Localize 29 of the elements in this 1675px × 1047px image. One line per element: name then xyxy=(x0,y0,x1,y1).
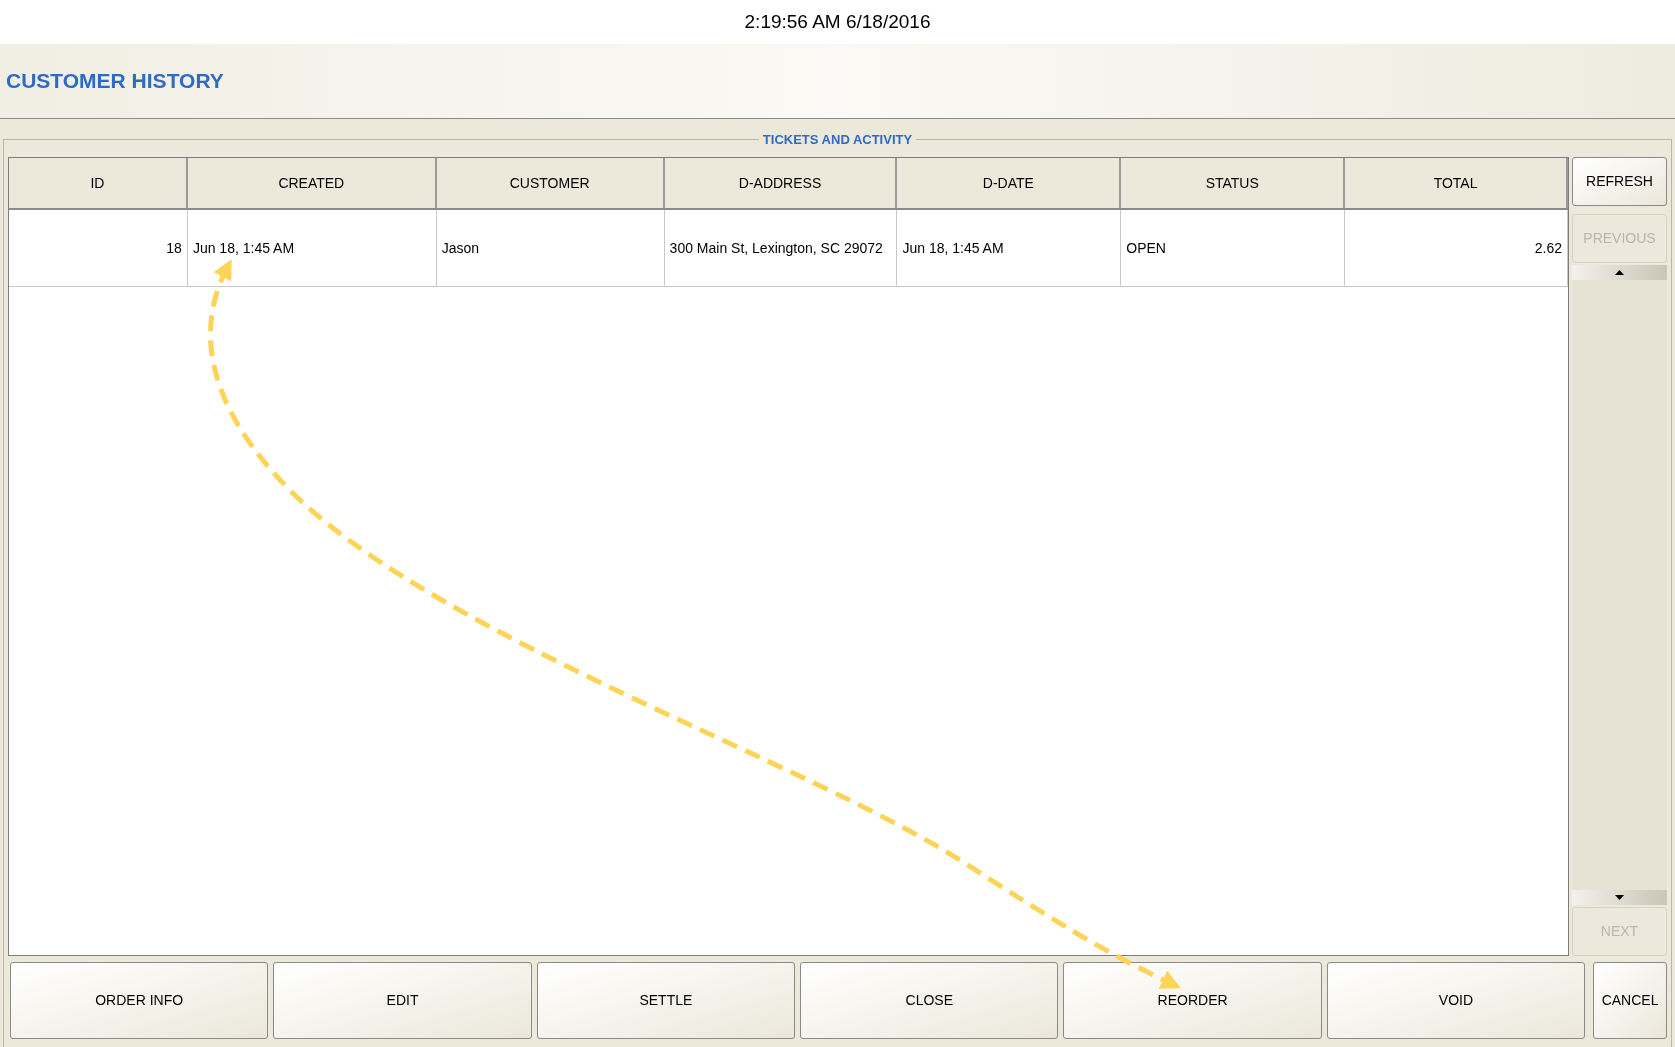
action-button[interactable]: CLOSE xyxy=(800,962,1059,1039)
page-title: CUSTOMER HISTORY xyxy=(6,68,224,95)
table-cell: Jun 18, 1:45 AM xyxy=(897,210,1122,286)
clock-text: 2:19:56 AM 6/18/2016 xyxy=(744,9,931,34)
side-button[interactable]: REFRESH xyxy=(1572,157,1667,206)
action-button[interactable]: ORDER INFO xyxy=(10,962,269,1039)
down-triangle-icon xyxy=(1615,895,1624,900)
action-button[interactable]: VOID xyxy=(1326,962,1586,1039)
action-button[interactable]: SETTLE xyxy=(536,962,796,1039)
column-header[interactable]: CUSTOMER xyxy=(436,158,665,208)
scroll-up-button[interactable] xyxy=(1572,265,1667,280)
table-cell: OPEN xyxy=(1121,210,1346,286)
table-cell: 300 Main St, Lexington, SC 29072 xyxy=(664,210,898,286)
column-header[interactable]: TOTAL xyxy=(1345,158,1568,208)
action-button[interactable]: EDIT xyxy=(273,962,532,1039)
table-cell: 2.62 xyxy=(1345,210,1568,286)
column-header[interactable]: STATUS xyxy=(1121,158,1346,208)
action-button[interactable]: REORDER xyxy=(1063,962,1322,1039)
scroll-down-button[interactable] xyxy=(1572,890,1667,905)
column-header[interactable]: ID xyxy=(9,158,188,208)
scrollbar[interactable] xyxy=(1572,265,1667,905)
column-header[interactable]: D-ADDRESS xyxy=(664,158,898,208)
table-cell: Jason xyxy=(436,210,665,286)
column-header[interactable]: CREATED xyxy=(187,158,437,208)
table-cell: 18 xyxy=(9,210,188,286)
table-cell: Jun 18, 1:45 AM xyxy=(187,210,437,286)
cancel-button[interactable]: CANCEL xyxy=(1593,962,1667,1039)
up-triangle-icon xyxy=(1615,270,1624,275)
column-header[interactable]: D-DATE xyxy=(897,158,1122,208)
